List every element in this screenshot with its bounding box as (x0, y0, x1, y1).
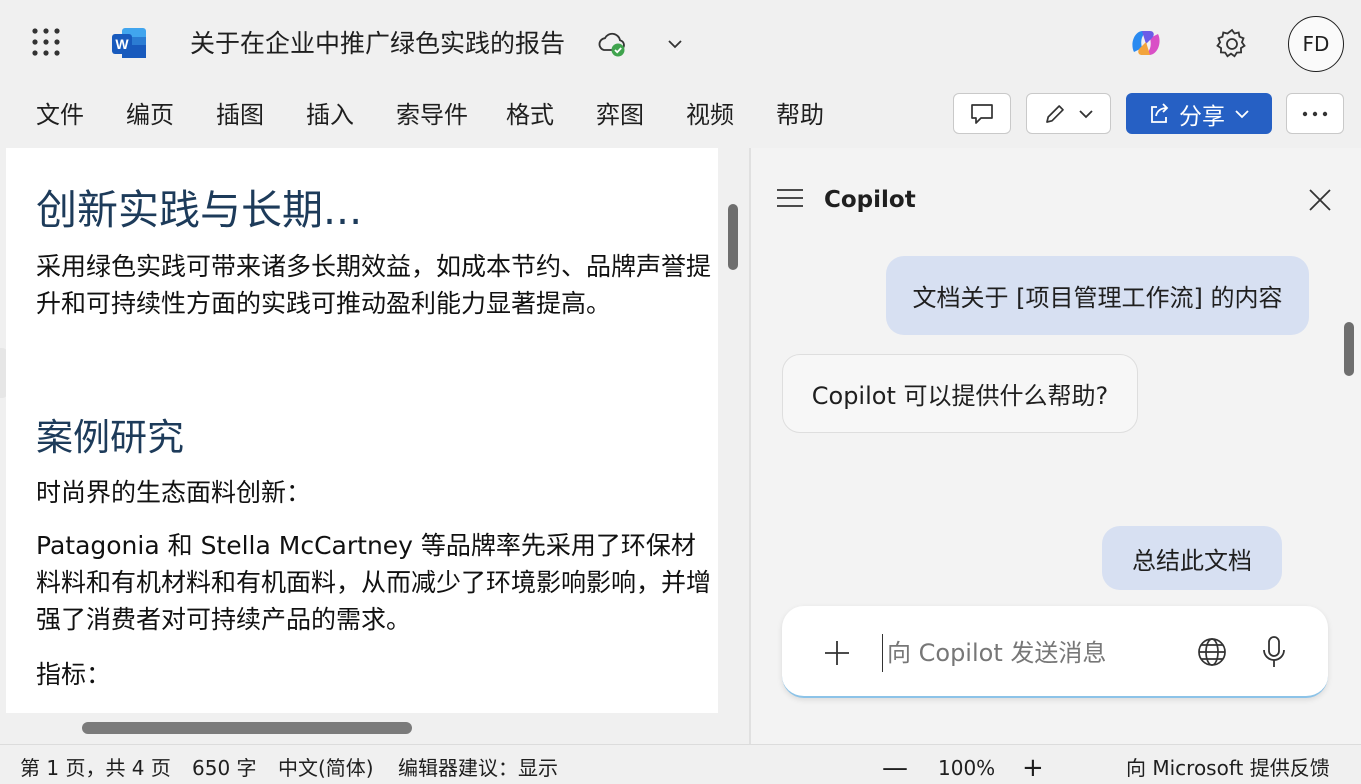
share-label: 分享 (1179, 103, 1225, 130)
user-message: 文档关于 [项目管理工作流] 的内容 (886, 256, 1309, 335)
assistant-message: Copilot 可以提供什么帮助? (782, 354, 1138, 433)
document-vertical-scrollbar[interactable] (728, 204, 738, 270)
copilot-scrollbar[interactable] (1344, 322, 1354, 376)
share-button[interactable]: 分享 (1126, 93, 1272, 134)
document-page[interactable]: 创新实践与长期... 采用绿色实践可带来诸多长期效益，如成本节约、品牌声誉提升和… (6, 148, 718, 713)
word-count[interactable]: 650 字 (192, 754, 257, 782)
share-icon (1151, 102, 1169, 123)
gear-icon[interactable] (1214, 26, 1250, 62)
menu-item-help[interactable]: 帮助 (776, 98, 824, 132)
menu-item-references[interactable]: 索导件 (396, 98, 468, 132)
copilot-title: Copilot (824, 187, 916, 213)
hamburger-menu-icon[interactable] (776, 186, 804, 210)
document-heading: 创新实践与长期... (36, 186, 363, 234)
menu-item-insert[interactable]: 插入 (306, 98, 354, 132)
menu-item-file[interactable]: 文件 (36, 98, 84, 132)
svg-text:W: W (115, 36, 129, 52)
comments-button[interactable] (953, 93, 1011, 134)
menu-item-video[interactable]: 视频 (686, 98, 734, 132)
language-indicator[interactable]: 中文(简体) (278, 754, 374, 782)
pencil-icon (1045, 104, 1064, 123)
chevron-down-icon (1078, 109, 1093, 118)
menu-item-illustrations[interactable]: 插图 (216, 98, 264, 132)
globe-icon[interactable] (1194, 634, 1230, 670)
editor-suggestions[interactable]: 编辑器建议：显示 (398, 754, 558, 782)
app-launcher-icon[interactable] (30, 26, 62, 58)
zoom-in-button[interactable]: + (1022, 754, 1044, 782)
chevron-down-icon[interactable] (664, 34, 686, 54)
title-bar: W 关于在企业中推广绿色实践的报告 FD (0, 0, 1361, 88)
microphone-icon[interactable] (1260, 634, 1288, 670)
user-message: 总结此文档 (1102, 526, 1282, 590)
comment-icon (971, 103, 993, 124)
document-subheading: 指标： (36, 660, 112, 689)
editing-mode-button[interactable] (1026, 93, 1111, 134)
plus-icon[interactable] (820, 638, 854, 668)
avatar[interactable]: FD (1288, 16, 1344, 72)
cloud-saved-icon[interactable] (596, 30, 628, 58)
menu-item-draw[interactable]: 弈图 (596, 98, 644, 132)
chevron-down-icon (1235, 109, 1249, 118)
menu-item-edit[interactable]: 编页 (126, 98, 174, 132)
word-logo-icon: W (112, 28, 146, 58)
document-horizontal-scrollbar[interactable] (82, 722, 412, 734)
document-title[interactable]: 关于在企业中推广绿色实践的报告 (190, 28, 565, 60)
copilot-logo-icon[interactable] (1128, 26, 1164, 60)
menu-item-format[interactable]: 格式 (506, 98, 554, 132)
close-icon[interactable] (1306, 186, 1334, 214)
more-options-button[interactable] (1286, 93, 1344, 134)
document-subheading: 时尚界的生态面料创新： (36, 478, 312, 507)
copilot-message-input[interactable] (882, 634, 1162, 672)
document-paragraph: Patagonia 和 Stella McCartney 等品牌率先采用了环保材… (36, 531, 712, 634)
document-heading: 案例研究 (36, 416, 184, 459)
document-paragraph: 采用绿色实践可带来诸多长期效益，如成本节约、品牌声誉提升和可持续性方面的实践可推… (36, 252, 712, 318)
page-count[interactable]: 第 1 页，共 4 页 (20, 754, 171, 782)
feedback-link[interactable]: 向 Microsoft 提供反馈 (1126, 754, 1330, 782)
zoom-out-button[interactable]: — (882, 754, 908, 782)
more-icon (1302, 111, 1328, 116)
zoom-level[interactable]: 100% (938, 754, 995, 782)
